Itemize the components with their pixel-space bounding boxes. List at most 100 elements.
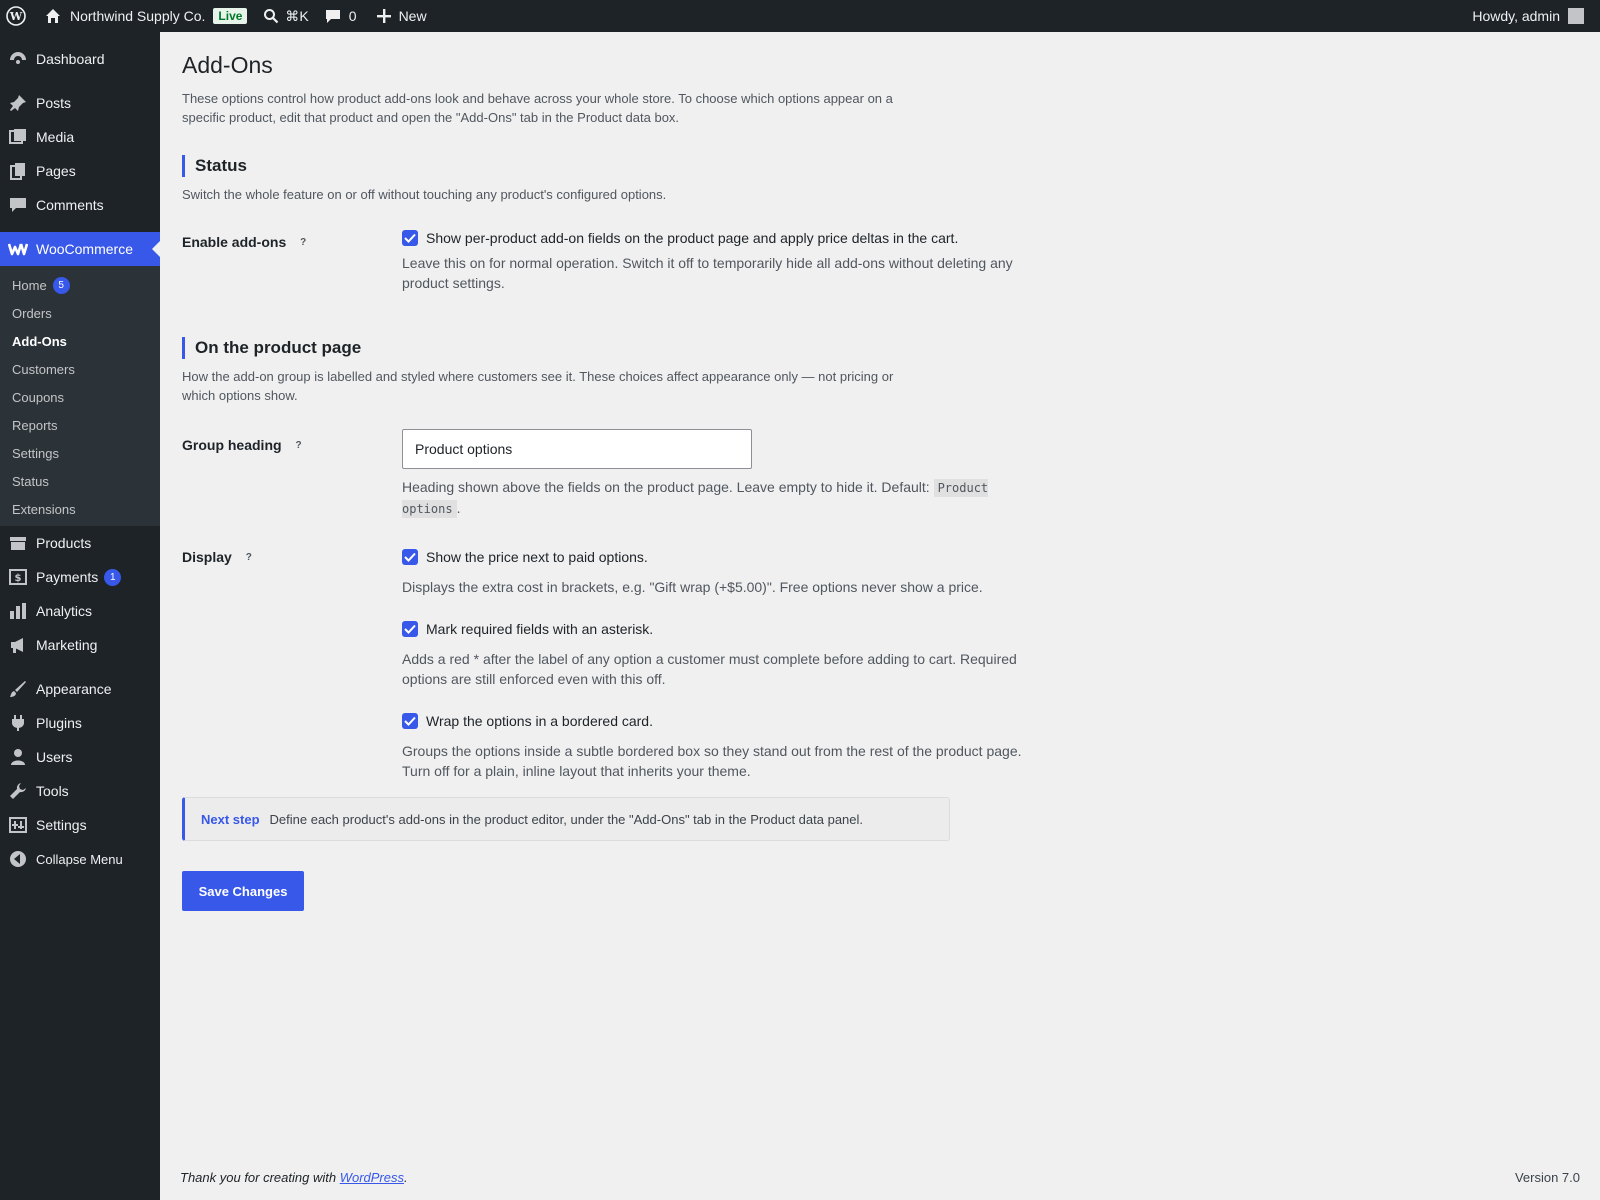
page-title: Add-Ons <box>182 52 273 78</box>
checkbox-label: Show per-product add-on fields on the pr… <box>426 230 959 246</box>
menu-posts[interactable]: Posts <box>0 86 160 120</box>
menu-label: Plugins <box>36 715 82 731</box>
comments-link[interactable]: 0 <box>317 0 365 32</box>
menu-label: Pages <box>36 163 76 179</box>
menu-comments[interactable]: Comments <box>0 188 160 222</box>
notice-text: Define each product's add-ons in the pro… <box>269 811 864 827</box>
help-icon[interactable]: ? <box>292 438 306 452</box>
menu-users[interactable]: Users <box>0 740 160 774</box>
new-label: New <box>398 8 427 24</box>
submenu-label: Customers <box>12 361 75 377</box>
submenu-settings[interactable]: Settings <box>0 439 160 467</box>
collapse-icon <box>8 849 28 869</box>
menu-label: Settings <box>36 817 87 833</box>
page-intro: These options control how product add-on… <box>182 91 893 125</box>
menu-label: Analytics <box>36 603 93 619</box>
field-label: Display <box>182 549 232 565</box>
howdy-text: Howdy, admin <box>1472 8 1560 24</box>
live-badge: Live <box>213 8 248 24</box>
group-heading-field: Product options Heading shown above the … <box>402 429 1022 519</box>
brush-icon <box>8 679 28 699</box>
menu-plugins[interactable]: Plugins <box>0 706 160 740</box>
submenu-label: Coupons <box>12 389 65 405</box>
checkbox-checked-icon <box>402 621 418 637</box>
footer: Thank you for creating with WordPress. V… <box>180 1170 1580 1185</box>
enable-addons-field: Show per-product add-on fields on the pr… <box>402 228 1022 293</box>
menu-collapse[interactable]: Collapse Menu <box>0 842 160 876</box>
section-status-heading: Status <box>182 155 1572 177</box>
help-icon[interactable]: ? <box>242 550 256 564</box>
site-name-link[interactable]: Northwind Supply Co. Live <box>34 0 255 32</box>
wordpress-logo-icon[interactable]: W <box>0 0 34 32</box>
menu-dashboard[interactable]: Dashboard <box>0 42 160 76</box>
submenu-label: Orders <box>12 305 52 321</box>
help-icon[interactable]: ? <box>296 235 310 249</box>
submenu-add-ons[interactable]: Add-Ons <box>0 327 160 355</box>
menu-products[interactable]: Products <box>0 526 160 560</box>
account-menu[interactable]: Howdy, admin <box>1464 0 1600 32</box>
field-label: Group heading <box>182 437 282 453</box>
menu-appearance[interactable]: Appearance <box>0 672 160 706</box>
payments-icon: $ <box>8 567 28 587</box>
menu-tools[interactable]: Tools <box>0 774 160 808</box>
footer-version: Version 7.0 <box>1514 1170 1580 1185</box>
menu-label: Dashboard <box>36 51 105 67</box>
menu-marketing[interactable]: Marketing <box>0 628 160 662</box>
woocommerce-submenu: Home 5 Orders Add-Ons Customers Coupons … <box>0 266 160 526</box>
admin-bar: W Northwind Supply Co. Live ⌘K 0 New How… <box>0 0 1600 32</box>
group-heading-input[interactable]: Product options <box>402 429 752 469</box>
enable-addons-label: Enable add-ons ? <box>182 232 402 252</box>
submenu-reports[interactable]: Reports <box>0 411 160 439</box>
menu-label: Tools <box>36 783 69 799</box>
desc-period: . <box>456 500 461 516</box>
menu-settings[interactable]: Settings <box>0 808 160 842</box>
marketing-icon <box>8 635 28 655</box>
svg-text:W: W <box>9 10 23 23</box>
menu-label: Collapse Menu <box>36 851 123 867</box>
wrench-icon <box>8 781 28 801</box>
pages-icon <box>8 161 28 181</box>
enable-addons-checkbox[interactable]: Show per-product add-on fields on the pr… <box>402 228 1022 248</box>
search-icon <box>263 8 279 24</box>
search-shortcut: ⌘K <box>285 7 309 24</box>
save-changes-button[interactable]: Save Changes <box>182 871 304 911</box>
submenu-label: Add-Ons <box>12 333 67 349</box>
menu-label: WooCommerce <box>36 241 133 257</box>
menu-media[interactable]: Media <box>0 120 160 154</box>
menu-woocommerce[interactable]: WooCommerce <box>0 232 160 266</box>
submenu-label: Extensions <box>12 501 76 517</box>
menu-label: Products <box>36 535 92 551</box>
checkbox-label: Wrap the options in a bordered card. <box>426 713 653 729</box>
desc-text: Heading shown above the fields on the pr… <box>402 479 930 495</box>
search-button[interactable]: ⌘K <box>255 0 316 32</box>
admin-sidebar: Dashboard Posts Media Pages Comments Woo… <box>0 32 160 1200</box>
submenu-coupons[interactable]: Coupons <box>0 383 160 411</box>
show-price-checkbox[interactable]: Show the price next to paid options. <box>402 547 1022 567</box>
wordpress-link[interactable]: WordPress <box>340 1170 404 1185</box>
submenu-status[interactable]: Status <box>0 467 160 495</box>
bordered-card-checkbox[interactable]: Wrap the options in a bordered card. <box>402 711 1022 731</box>
menu-payments[interactable]: $ Payments 1 <box>0 560 160 594</box>
media-icon <box>8 127 28 147</box>
footer-thanks: Thank you for creating with WordPress. <box>180 1170 408 1185</box>
required-asterisk-desc: Adds a red * after the label of any opti… <box>402 651 1017 687</box>
menu-analytics[interactable]: Analytics <box>0 594 160 628</box>
submenu-home[interactable]: Home 5 <box>0 271 160 299</box>
menu-pages[interactable]: Pages <box>0 154 160 188</box>
submenu-customers[interactable]: Customers <box>0 355 160 383</box>
submenu-orders[interactable]: Orders <box>0 299 160 327</box>
pin-icon <box>8 93 28 113</box>
checkbox-checked-icon <box>402 230 418 246</box>
submenu-extensions[interactable]: Extensions <box>0 495 160 523</box>
dashboard-icon <box>8 49 28 69</box>
menu-label: Users <box>36 749 73 765</box>
comments-count: 0 <box>348 8 357 24</box>
menu-label: Comments <box>36 197 104 213</box>
new-content-button[interactable]: New <box>365 0 435 32</box>
required-asterisk-checkbox[interactable]: Mark required fields with an asterisk. <box>402 619 1022 639</box>
comments-icon <box>8 195 28 215</box>
section-product-page-desc: How the add-on group is labelled and sty… <box>182 369 894 403</box>
menu-label: Appearance <box>36 681 112 697</box>
plus-icon <box>376 9 391 23</box>
checkbox-checked-icon <box>402 549 418 565</box>
